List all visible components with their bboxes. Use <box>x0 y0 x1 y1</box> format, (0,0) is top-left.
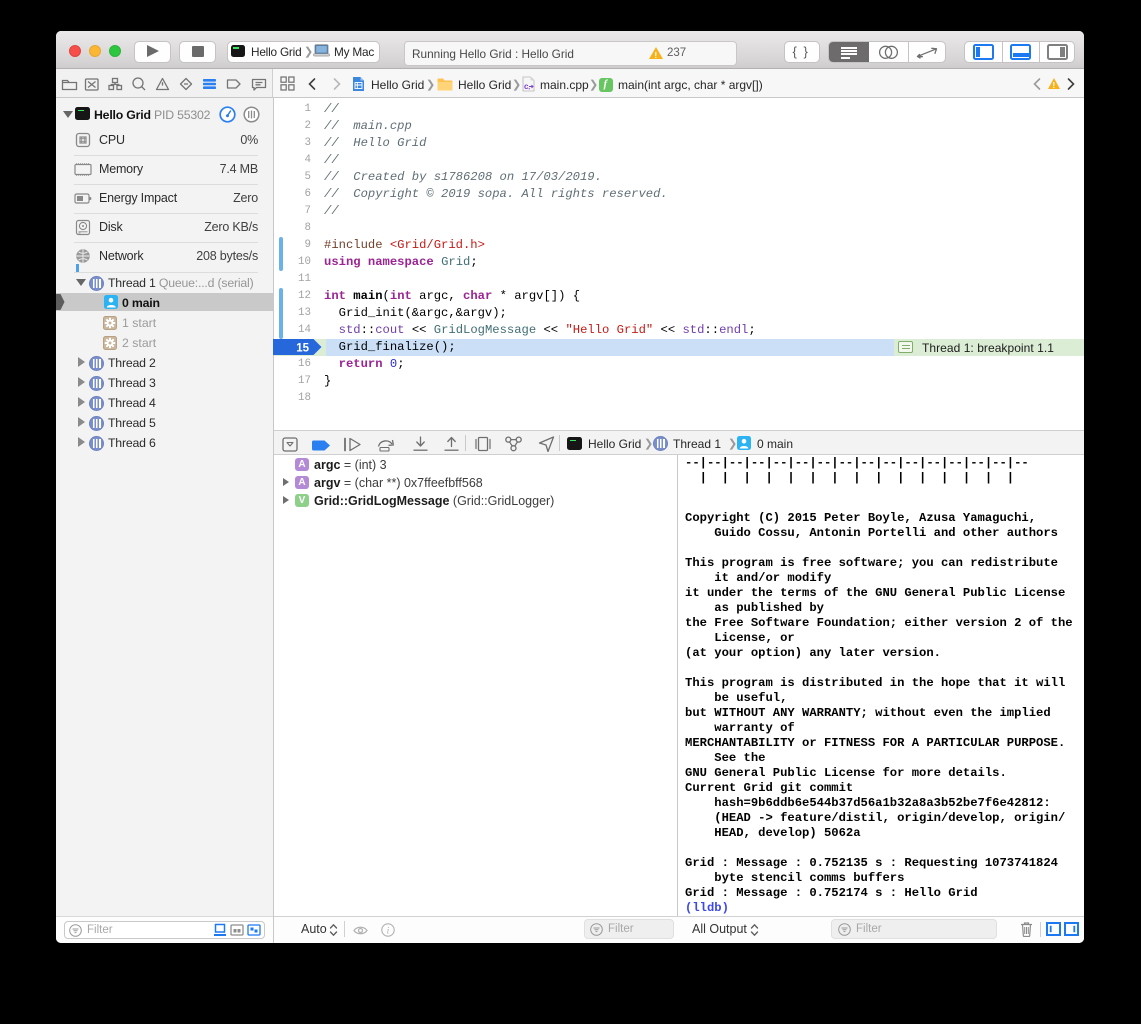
svg-text:c: c <box>524 82 529 91</box>
svg-text:i: i <box>387 926 390 936</box>
